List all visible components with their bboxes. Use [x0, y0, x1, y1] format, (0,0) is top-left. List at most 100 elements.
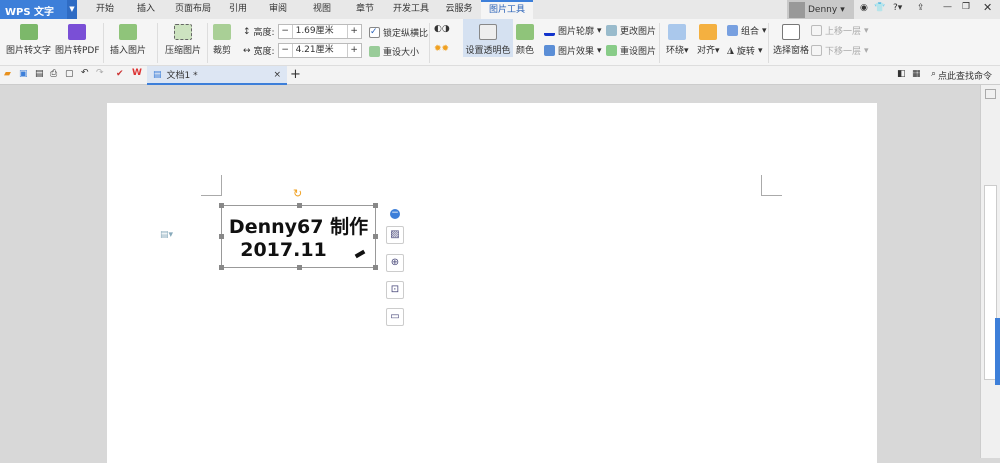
tab-insert[interactable]: 插入	[125, 0, 167, 19]
reset-size-button[interactable]: 重设大小	[369, 45, 419, 58]
redo-icon[interactable]: ↷	[96, 68, 104, 78]
zoom-picture-icon[interactable]: ⊕	[386, 254, 404, 272]
tab-chapter[interactable]: 章节	[345, 0, 385, 19]
paragraph-layout-icon[interactable]: ▤▾	[160, 230, 173, 240]
collapse-icon[interactable]: −	[390, 209, 400, 219]
rotate-handle-icon[interactable]: ↻	[293, 187, 302, 200]
selected-picture[interactable]: Denny67 制作 2017.11	[219, 203, 378, 270]
height-decrement[interactable]: −	[279, 25, 292, 38]
effects-icon	[544, 45, 555, 56]
tab-view[interactable]: 视图	[299, 0, 345, 19]
skin-icon[interactable]: ◉	[860, 3, 868, 13]
tab-cloud[interactable]: 云服务	[437, 0, 481, 19]
margin-mark	[201, 175, 222, 196]
send-backward-button[interactable]: 下移一层 ▾	[811, 44, 869, 57]
crop-button[interactable]: 裁剪	[213, 24, 231, 56]
align-button[interactable]: 对齐▾	[697, 24, 720, 56]
comment-icon[interactable]: ▦	[912, 69, 921, 79]
document-page[interactable]	[107, 103, 877, 463]
pic-to-pdf-button[interactable]: 图片转PDF	[55, 24, 100, 56]
document-tab[interactable]: ▤ 文档1 * ×	[147, 66, 287, 85]
preview-icon[interactable]: ▢	[65, 69, 74, 79]
width-decrement[interactable]: −	[279, 44, 292, 57]
send-backward-icon	[811, 45, 822, 56]
checkbox-checked-icon: ✓	[369, 27, 380, 38]
selection-pane-button[interactable]: 选择窗格	[773, 24, 809, 56]
resize-handle[interactable]	[219, 234, 224, 239]
border-icon[interactable]: ▭	[386, 308, 404, 326]
minimize-icon[interactable]: —	[943, 2, 952, 12]
width-input[interactable]: −4.21厘米 +	[277, 43, 362, 58]
pic-to-text-button[interactable]: 图片转文字	[6, 24, 51, 56]
upload-icon[interactable]: ⇪	[917, 3, 925, 13]
search-icon: ⌕	[931, 69, 937, 79]
doc-icon[interactable]: ◧	[897, 69, 906, 79]
compress-icon	[174, 24, 192, 40]
chevron-down-icon: ▼	[67, 0, 77, 19]
export-icon[interactable]: ▤	[35, 69, 44, 79]
customize-icon[interactable]: ✔	[116, 69, 124, 79]
brightness-icon[interactable]: ✹✹	[434, 44, 449, 54]
restore-icon[interactable]: ❐	[962, 2, 970, 12]
side-panel-toggle[interactable]	[995, 318, 1000, 385]
resize-handle[interactable]	[219, 265, 224, 270]
width-increment[interactable]: +	[348, 44, 361, 57]
save-icon[interactable]: ▣	[19, 69, 28, 79]
user-account[interactable]: Denny ▾	[787, 0, 854, 19]
resize-handle[interactable]	[373, 234, 378, 239]
width-icon: ↔	[243, 45, 251, 56]
reset-picture-button[interactable]: 重设图片	[606, 44, 656, 57]
compress-picture-button[interactable]: 压缩图片	[165, 24, 201, 56]
resize-handle[interactable]	[219, 203, 224, 208]
print-icon[interactable]: ⎙	[50, 69, 57, 79]
close-tab-icon[interactable]: ×	[273, 70, 281, 80]
tab-layout[interactable]: 页面布局	[167, 0, 219, 19]
vertical-scrollbar[interactable]	[980, 85, 1000, 458]
close-icon[interactable]: ✕	[983, 1, 992, 14]
resize-handle[interactable]	[297, 265, 302, 270]
set-transparent-button[interactable]: 设置透明色	[463, 19, 513, 57]
height-input[interactable]: −1.69厘米 +	[277, 24, 362, 39]
tab-references[interactable]: 引用	[219, 0, 257, 19]
tab-review[interactable]: 审阅	[257, 0, 299, 19]
command-search[interactable]: ⌕ 点此查找命令	[931, 69, 992, 82]
lock-ratio-checkbox[interactable]: ✓ 锁定纵横比	[369, 26, 428, 39]
height-increment[interactable]: +	[348, 25, 361, 38]
resize-handle[interactable]	[373, 203, 378, 208]
height-control: ↕ 高度: −1.69厘米 +	[243, 24, 362, 39]
picture-effects-button[interactable]: 图片效果 ▾	[544, 44, 602, 57]
color-button[interactable]: 颜色	[516, 24, 534, 56]
wps-logo: WPS 文字	[5, 7, 55, 18]
resize-handle[interactable]	[373, 265, 378, 270]
shirt-icon[interactable]: 👕	[874, 3, 885, 13]
ribbon: 图片转文字 图片转PDF 插入图片 压缩图片 裁剪 ↕ 高度: −1.69厘米 + …	[0, 19, 1000, 66]
insert-picture-button[interactable]: 插入图片	[110, 24, 146, 56]
change-picture-button[interactable]: 更改图片	[606, 24, 656, 37]
bring-forward-icon	[811, 25, 822, 36]
new-tab-button[interactable]: +	[290, 67, 301, 82]
open-icon[interactable]: ▰	[4, 69, 11, 79]
crop-picture-icon[interactable]: ⊡	[386, 281, 404, 299]
undo-icon[interactable]: ↶	[81, 68, 89, 78]
contrast-icon[interactable]: ◐◑	[434, 24, 450, 34]
tab-picture-tools[interactable]: 图片工具	[481, 0, 533, 19]
wps-w-icon[interactable]: W	[132, 68, 142, 78]
height-icon: ↕	[243, 26, 251, 37]
crop-icon	[213, 24, 231, 40]
picture-icon	[119, 24, 137, 40]
layout-options-icon[interactable]: ▨	[386, 226, 404, 244]
app-menu-button[interactable]: WPS 文字 ▼	[0, 0, 77, 19]
title-bar: WPS 文字 ▼ 开始 插入 页面布局 引用 审阅 视图 章节 开发工具 云服务 …	[0, 0, 1000, 19]
wrap-button[interactable]: 环绕▾	[666, 24, 689, 56]
chevron-down-icon: ▾	[840, 4, 845, 15]
tab-developer[interactable]: 开发工具	[385, 0, 437, 19]
wrap-icon	[668, 24, 687, 40]
bring-forward-button[interactable]: 上移一层 ▾	[811, 24, 869, 37]
group-button[interactable]: 组合 ▾	[727, 24, 767, 37]
picture-outline-button[interactable]: 图片轮廓 ▾	[544, 24, 602, 37]
help-icon[interactable]: ?▾	[893, 3, 902, 13]
resize-handle[interactable]	[297, 203, 302, 208]
tab-start[interactable]: 开始	[85, 0, 125, 19]
rotate-button[interactable]: ◮ 旋转 ▾	[727, 44, 762, 58]
picture-text-line1: Denny67 制作	[228, 216, 369, 238]
